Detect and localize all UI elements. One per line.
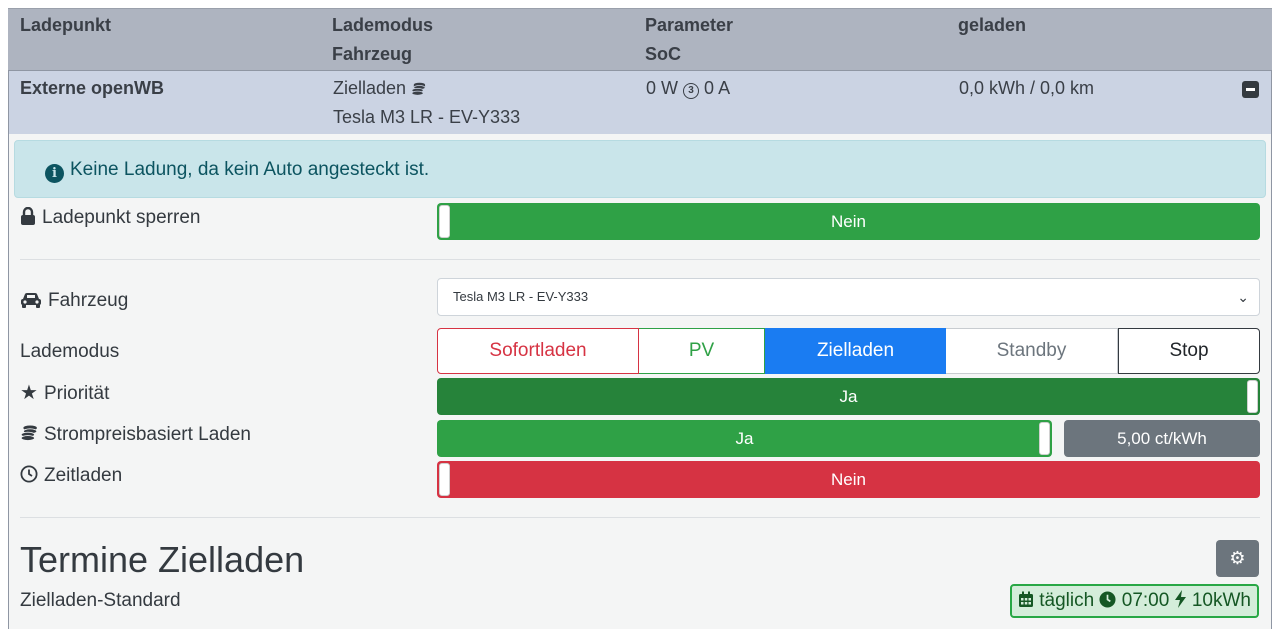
info-alert: i Keine Ladung, da kein Auto angesteckt i…: [14, 140, 1266, 198]
mode-label: Lademodus: [20, 341, 120, 362]
vehicle-select[interactable]: Tesla M3 LR - EV-Y333 ⌄: [437, 278, 1260, 316]
vehicle-select-value: Tesla M3 LR - EV-Y333: [453, 289, 589, 304]
row-parameter: 0 W 3 0 A: [646, 74, 730, 103]
vehicle-label: Fahrzeug: [20, 288, 128, 314]
divider: [20, 259, 1260, 260]
coins-icon: [20, 425, 38, 441]
settings-button[interactable]: ⚙: [1216, 540, 1259, 577]
plan-time: 07:00: [1121, 590, 1170, 611]
mode-button-stop[interactable]: Stop: [1118, 328, 1260, 374]
gears-icon: ⚙: [1229, 548, 1246, 568]
mode-button-standby[interactable]: Standby: [946, 328, 1118, 374]
car-icon: [21, 293, 41, 308]
mode-button-group: Sofortladen PV Zielladen Standby Stop: [437, 328, 1260, 374]
time-toggle[interactable]: Nein: [437, 461, 1260, 498]
phases-icon: 3: [683, 83, 700, 99]
row-mode-label: Zielladen: [333, 78, 407, 98]
chargepoint-details-panel: i Keine Ladung, da kein Auto angesteckt i…: [8, 134, 1272, 629]
price-label: Strompreisbasiert Laden: [20, 422, 251, 448]
calendar-icon: [1018, 591, 1033, 607]
plan-badge[interactable]: täglich 07:00 10kWh: [1009, 584, 1259, 618]
time-label-text: Zeitladen: [44, 465, 123, 486]
price-toggle[interactable]: Ja: [437, 420, 1052, 457]
header-vehicle: Fahrzeug: [332, 44, 413, 64]
chargepoint-name: Externe openWB: [20, 78, 165, 98]
priority-toggle-knob[interactable]: [1247, 380, 1258, 413]
clock-icon: [1099, 591, 1116, 608]
divider: [20, 517, 1260, 518]
table-header: Ladepunkt Lademodus Fahrzeug Parameter S…: [8, 8, 1272, 70]
header-parameter: Parameter: [645, 15, 734, 35]
collapse-icon[interactable]: [1242, 81, 1259, 98]
alert-text: Keine Ladung, da kein Auto angesteckt is…: [70, 159, 430, 180]
info-icon: i: [45, 164, 64, 183]
priority-toggle-value: Ja: [839, 387, 858, 406]
price-toggle-value: Ja: [735, 429, 754, 448]
row-current: 0 A: [704, 78, 731, 98]
mode-button-zielladen[interactable]: Zielladen: [765, 328, 946, 374]
priority-label-text: Priorität: [43, 383, 110, 404]
header-parameter-soc: Parameter SoC: [645, 11, 733, 69]
row-power: 0 W: [646, 78, 679, 98]
time-label: Zeitladen: [20, 463, 122, 489]
header-mode-vehicle: Lademodus Fahrzeug: [332, 11, 433, 69]
priority-label: ★ Priorität: [20, 380, 109, 407]
lock-toggle[interactable]: Nein: [437, 203, 1260, 240]
priority-toggle[interactable]: Ja: [437, 378, 1260, 415]
lock-label-text: Ladepunkt sperren: [42, 207, 201, 228]
plan-frequency: täglich: [1039, 590, 1095, 611]
lock-toggle-knob[interactable]: [439, 205, 450, 238]
header-charged: geladen: [958, 15, 1027, 35]
header-chargepoint: Ladepunkt: [20, 15, 112, 35]
time-toggle-value: Nein: [831, 470, 866, 489]
plan-name: Zielladen-Standard: [20, 590, 181, 611]
mode-button-sofortladen[interactable]: Sofortladen: [437, 328, 639, 374]
header-mode: Lademodus: [332, 15, 434, 35]
bolt-icon: [1174, 590, 1186, 608]
clock-icon: [20, 465, 38, 483]
vehicle-label-text: Fahrzeug: [48, 290, 129, 311]
row-vehicle: Tesla M3 LR - EV-Y333: [333, 107, 521, 127]
lock-icon: [21, 207, 35, 225]
price-toggle-knob[interactable]: [1039, 422, 1050, 455]
star-icon: ★: [20, 382, 38, 404]
plans-title: Termine Zielladen: [20, 539, 305, 580]
lock-label: Ladepunkt sperren: [20, 205, 200, 231]
time-toggle-knob[interactable]: [439, 463, 450, 496]
row-charged: 0,0 kWh / 0,0 km: [959, 78, 1095, 98]
plan-energy: 10kWh: [1191, 590, 1251, 611]
mode-button-pv[interactable]: PV: [639, 328, 765, 374]
price-limit-button[interactable]: 5,00 ct/kWh: [1064, 420, 1260, 457]
header-soc: SoC: [645, 44, 681, 64]
row-mode: Zielladen: [333, 74, 426, 103]
coins-icon: [411, 82, 426, 96]
price-label-text: Strompreisbasiert Laden: [44, 424, 251, 445]
chargepoint-row[interactable]: Externe openWB Zielladen Tesla M3 LR - E…: [8, 70, 1272, 134]
chevron-down-icon: ⌄: [1237, 289, 1249, 305]
lock-toggle-value: Nein: [831, 212, 866, 231]
